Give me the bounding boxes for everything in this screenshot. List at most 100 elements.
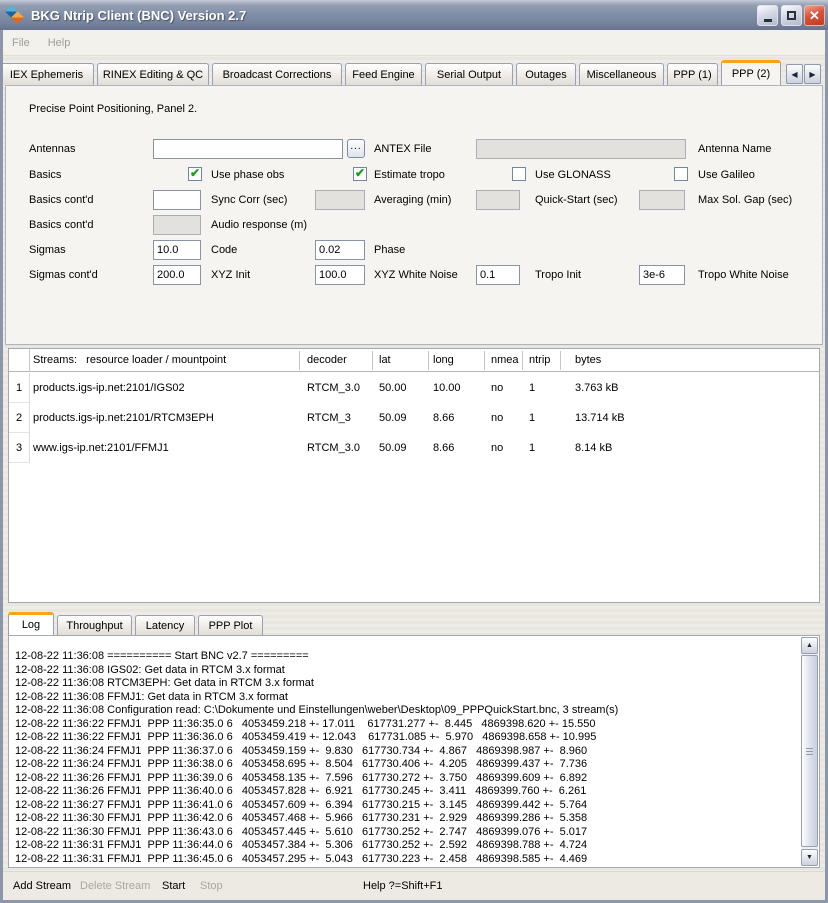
header-ntrip: ntrip bbox=[529, 354, 550, 366]
tab-ppp-2[interactable]: PPP (2) bbox=[721, 60, 781, 85]
sync-corr-input[interactable] bbox=[153, 190, 201, 210]
maximize-button[interactable] bbox=[781, 5, 802, 26]
tab-rinex-ephemeris[interactable]: IEX Ephemeris bbox=[0, 63, 94, 85]
sigmas-label: Sigmas bbox=[29, 244, 66, 256]
log-scrollbar[interactable]: ▲ ▼ bbox=[801, 637, 818, 866]
sigma-phase-input[interactable] bbox=[315, 240, 365, 260]
cell-nmea: no bbox=[491, 442, 503, 454]
xyz-init-input[interactable] bbox=[153, 265, 201, 285]
use-glonass-checkbox[interactable] bbox=[512, 167, 526, 181]
log-line: 12-08-22 11:36:24 FFMJ1 PPP 11:36:37.0 6… bbox=[15, 745, 795, 759]
log-line: 12-08-22 11:36:24 FFMJ1 PPP 11:36:38.0 6… bbox=[15, 758, 795, 772]
estimate-tropo-checkbox[interactable]: ✔ bbox=[353, 167, 367, 181]
start-button[interactable]: Start bbox=[162, 880, 185, 892]
main-tabbar: IEX Ephemeris RINEX Editing & QC Broadca… bbox=[0, 60, 828, 85]
sigma-code-input[interactable] bbox=[153, 240, 201, 260]
table-row[interactable]: 3 www.igs-ip.net:2101/FFMJ1 RTCM_3.0 50.… bbox=[9, 433, 819, 463]
table-row[interactable]: 1 products.igs-ip.net:2101/IGS02 RTCM_3.… bbox=[9, 373, 819, 403]
delete-stream-button: Delete Stream bbox=[80, 880, 150, 892]
tab-label: PPP (2) bbox=[732, 68, 770, 80]
scroll-down-button[interactable]: ▼ bbox=[801, 849, 818, 866]
sigma-phase-label: Phase bbox=[374, 244, 405, 256]
row-number: 1 bbox=[9, 373, 30, 403]
log-line: 12-08-22 11:36:26 FFMJ1 PPP 11:36:39.0 6… bbox=[15, 772, 795, 786]
cell-nmea: no bbox=[491, 412, 503, 424]
quick-start-input bbox=[476, 190, 520, 210]
audio-response-label: Audio response (m) bbox=[211, 219, 307, 231]
tab-outages[interactable]: Outages bbox=[516, 63, 576, 85]
tab-label: PPP (1) bbox=[673, 69, 711, 81]
minimize-button[interactable] bbox=[757, 5, 778, 26]
tropo-white-noise-label: Tropo White Noise bbox=[698, 269, 789, 281]
tab-broadcast-corrections[interactable]: Broadcast Corrections bbox=[212, 63, 342, 85]
scroll-up-icon: ▲ bbox=[806, 642, 813, 649]
max-sol-gap-input bbox=[639, 190, 685, 210]
cell-lat: 50.09 bbox=[379, 412, 407, 424]
log-line: 12-08-22 11:36:31 FFMJ1 PPP 11:36:44.0 6… bbox=[15, 839, 795, 853]
header-bytes: bytes bbox=[575, 354, 601, 366]
app-window: BKG Ntrip Client (BNC) Version 2.7 ✕ Fil… bbox=[0, 0, 828, 903]
tab-ppp-1[interactable]: PPP (1) bbox=[667, 63, 718, 85]
statusbar: Add Stream Delete Stream Start Stop Help… bbox=[3, 871, 825, 900]
tab-rinex-editing-qc[interactable]: RINEX Editing & QC bbox=[97, 63, 209, 85]
tab-throughput[interactable]: Throughput bbox=[57, 615, 132, 635]
tab-latency[interactable]: Latency bbox=[135, 615, 195, 635]
tab-ppp-plot[interactable]: PPP Plot bbox=[198, 615, 263, 635]
help-shortcut-label: Help ?=Shift+F1 bbox=[363, 880, 443, 892]
tab-feed-engine[interactable]: Feed Engine bbox=[345, 63, 422, 85]
browse-antex-button[interactable]: ... bbox=[347, 139, 365, 158]
tab-label: Outages bbox=[525, 69, 567, 81]
tab-label: Broadcast Corrections bbox=[223, 69, 332, 81]
cell-decoder: RTCM_3 bbox=[307, 412, 351, 424]
basics-contd2-label: Basics cont'd bbox=[29, 219, 93, 231]
log-line: 12-08-22 11:36:08 ========== Start BNC v… bbox=[15, 650, 795, 664]
log-line: 12-08-22 11:36:08 Configuration read: C:… bbox=[15, 704, 795, 718]
maximize-icon bbox=[787, 11, 796, 20]
window-title: BKG Ntrip Client (BNC) Version 2.7 bbox=[31, 8, 246, 23]
cell-decoder: RTCM_3.0 bbox=[307, 442, 360, 454]
table-row[interactable]: 2 products.igs-ip.net:2101/RTCM3EPH RTCM… bbox=[9, 403, 819, 433]
cell-mountpoint: products.igs-ip.net:2101/IGS02 bbox=[33, 382, 185, 394]
add-stream-button[interactable]: Add Stream bbox=[13, 880, 71, 892]
header-long: long bbox=[433, 354, 454, 366]
xyz-white-noise-input[interactable] bbox=[315, 265, 365, 285]
tab-label: Miscellaneous bbox=[587, 69, 657, 81]
use-galileo-checkbox[interactable] bbox=[674, 167, 688, 181]
cell-long: 8.66 bbox=[433, 442, 454, 454]
scroll-up-button[interactable]: ▲ bbox=[801, 637, 818, 654]
antex-file-label: ANTEX File bbox=[374, 143, 431, 155]
menu-help[interactable]: Help bbox=[39, 34, 80, 52]
check-icon: ✔ bbox=[355, 167, 365, 179]
tab-serial-output[interactable]: Serial Output bbox=[425, 63, 513, 85]
tropo-white-noise-input[interactable] bbox=[639, 265, 685, 285]
cell-long: 10.00 bbox=[433, 382, 461, 394]
estimate-tropo-label: Estimate tropo bbox=[374, 169, 445, 181]
tropo-init-input[interactable] bbox=[476, 265, 520, 285]
averaging-input bbox=[315, 190, 365, 210]
streams-table-header: Streams: resource loader / mountpoint de… bbox=[9, 349, 819, 372]
ppp-panel-2: Precise Point Positioning, Panel 2. Ante… bbox=[5, 85, 823, 345]
menu-file[interactable]: File bbox=[3, 34, 39, 52]
use-phase-obs-label: Use phase obs bbox=[211, 169, 284, 181]
minimize-icon bbox=[764, 19, 772, 22]
tab-miscellaneous[interactable]: Miscellaneous bbox=[579, 63, 664, 85]
cell-lat: 50.09 bbox=[379, 442, 407, 454]
close-button[interactable]: ✕ bbox=[804, 5, 825, 26]
header-lat: lat bbox=[379, 354, 391, 366]
menubar: File Help bbox=[3, 30, 825, 56]
scrollbar-thumb[interactable] bbox=[801, 655, 818, 847]
log-line: 12-08-22 11:36:27 FFMJ1 PPP 11:36:41.0 6… bbox=[15, 799, 795, 813]
tab-log[interactable]: Log bbox=[8, 612, 54, 635]
check-icon: ✔ bbox=[190, 167, 200, 179]
header-nmea: nmea bbox=[491, 354, 519, 366]
streams-table: Streams: resource loader / mountpoint de… bbox=[8, 348, 820, 603]
cell-ntrip: 1 bbox=[529, 412, 535, 424]
log-line: 12-08-22 11:36:31 FFMJ1 PPP 11:36:45.0 6… bbox=[15, 853, 795, 867]
tab-label: PPP Plot bbox=[209, 620, 253, 632]
header-decoder: decoder bbox=[307, 354, 347, 366]
antennas-input[interactable] bbox=[153, 139, 343, 159]
log-tabbar: Log Throughput Latency PPP Plot bbox=[8, 612, 508, 635]
basics-label: Basics bbox=[29, 169, 61, 181]
use-phase-obs-checkbox[interactable]: ✔ bbox=[188, 167, 202, 181]
cell-decoder: RTCM_3.0 bbox=[307, 382, 360, 394]
